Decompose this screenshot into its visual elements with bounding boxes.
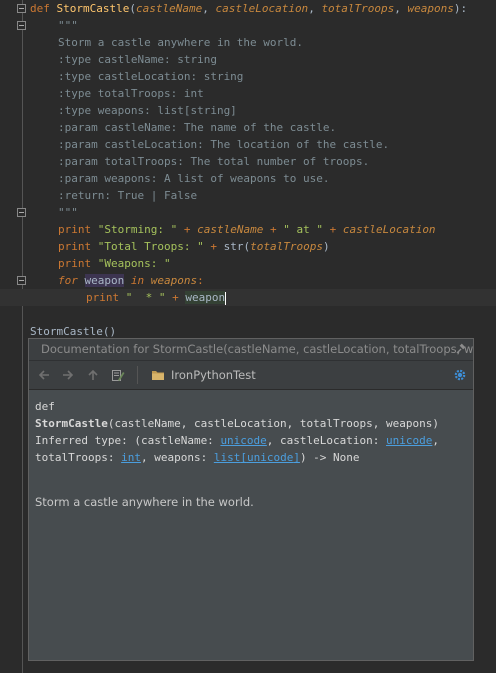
code-line-print[interactable]: print "Total Troops: " + str(totalTroops…: [58, 238, 330, 255]
type-link-unicode[interactable]: unicode: [220, 434, 266, 447]
doc-signature: StormCastle(castleName, castleLocation, …: [35, 415, 467, 432]
string-literal: "Storming: ": [97, 223, 178, 236]
keyword: print: [58, 257, 92, 270]
code-line-def[interactable]: def StormCastle(castleName, castleLocati…: [30, 0, 467, 17]
param: castleLocation: [215, 2, 309, 15]
doc-signature-name: StormCastle: [35, 417, 108, 430]
code-line-print-current[interactable]: print " * " + weapon: [0, 289, 496, 306]
forward-arrow-icon[interactable]: [61, 368, 75, 382]
string-literal: " at ": [283, 223, 323, 236]
param: totalTroops: [321, 2, 395, 15]
separator: ,: [308, 2, 322, 15]
type-link-int[interactable]: int: [121, 451, 141, 464]
popup-title: Documentation for StormCastle(castleName…: [41, 342, 473, 356]
param-ref: castleName: [197, 223, 264, 236]
pin-icon[interactable]: [455, 343, 467, 355]
docstring-line[interactable]: :param weapons: A list of weapons to use…: [58, 170, 330, 187]
operator: +: [263, 223, 284, 236]
text-caret: [225, 291, 227, 305]
paren: (: [129, 2, 136, 15]
paren: ):: [453, 2, 468, 15]
loop-variable: weapon: [84, 274, 125, 287]
doc-def-keyword: def: [35, 400, 55, 413]
edit-source-icon[interactable]: [111, 368, 125, 382]
fold-open-icon[interactable]: [17, 276, 26, 285]
type-link-list[interactable]: list: [214, 451, 241, 464]
separator: ,: [202, 2, 216, 15]
builtin-function: str: [223, 240, 244, 253]
string-literal: " * ": [125, 291, 166, 304]
doc-text: , castleLocation:: [266, 434, 387, 447]
project-name[interactable]: IronPythonTest: [171, 361, 256, 389]
type-link-unicode[interactable]: unicode: [386, 434, 432, 447]
code-line-print[interactable]: print "Storming: " + castleName + " at "…: [58, 221, 436, 238]
paren: ): [322, 240, 330, 253]
keyword: print: [58, 240, 92, 253]
gutter-separator: [22, 0, 23, 673]
keyword: print: [86, 291, 120, 304]
docstring-line[interactable]: :type castleLocation: string: [58, 68, 243, 85]
doc-text: Inferred type: (castleName:: [35, 434, 221, 447]
code-line-for[interactable]: for weapon in weapons:: [58, 272, 204, 289]
docstring-line[interactable]: Storm a castle anywhere in the world.: [58, 34, 303, 51]
operator: +: [177, 223, 198, 236]
doc-text: , weapons:: [140, 451, 214, 464]
fold-close-icon[interactable]: [17, 208, 26, 217]
colon: :: [197, 274, 204, 287]
doc-signature-args: (castleName, castleLocation, totalTroops…: [107, 417, 439, 430]
param: castleName: [135, 2, 203, 15]
docstring-line[interactable]: :type totalTroops: int: [58, 85, 204, 102]
docstring-line[interactable]: :type castleName: string: [58, 51, 217, 68]
documentation-content: def StormCastle(castleName, castleLocati…: [29, 390, 473, 519]
folder-icon: [152, 371, 164, 380]
paren: ): [109, 325, 117, 339]
keyword: def: [30, 2, 50, 15]
string-literal: "Total Troops: ": [97, 240, 204, 253]
doc-inferred-type-cont: totalTroops: int, weapons: list[unicode]…: [35, 449, 467, 466]
docstring-line[interactable]: :param castleLocation: The location of t…: [58, 136, 389, 153]
param-ref: totalTroops: [250, 240, 323, 253]
separator: ,: [394, 2, 408, 15]
fold-open-icon[interactable]: [17, 4, 26, 13]
docstring-line[interactable]: """: [58, 17, 78, 34]
docstring-line[interactable]: :return: True | False: [58, 187, 197, 204]
param: weapons: [407, 2, 454, 15]
type-link-unicode[interactable]: unicode: [247, 451, 293, 464]
function-call-name: StormCastle: [30, 325, 103, 338]
doc-text: totalTroops:: [35, 451, 122, 464]
fold-open-icon[interactable]: [17, 21, 26, 30]
code-line-print[interactable]: print "Weapons: ": [58, 255, 171, 272]
doc-return-type: ) -> None: [299, 451, 360, 464]
function-name: StormCastle: [56, 2, 130, 15]
operator: +: [322, 223, 343, 236]
popup-toolbar: IronPythonTest: [29, 361, 473, 390]
docstring-line[interactable]: """: [58, 204, 78, 221]
keyword: for: [58, 274, 78, 287]
keyword: print: [58, 223, 92, 236]
param-ref: weapons: [150, 274, 198, 287]
param-ref: castleLocation: [342, 223, 436, 236]
documentation-popup[interactable]: Documentation for StormCastle(castleName…: [28, 338, 474, 661]
operator: +: [165, 291, 186, 304]
doc-bracket: [: [240, 451, 247, 464]
keyword: in: [130, 274, 145, 287]
doc-description: Storm a castle anywhere in the world.: [35, 495, 254, 509]
doc-inferred-type: Inferred type: (castleName: unicode, cas…: [35, 432, 467, 449]
popup-title-bar[interactable]: Documentation for StormCastle(castleName…: [29, 339, 473, 361]
doc-text: ,: [432, 434, 439, 447]
loop-variable: weapon: [185, 291, 226, 304]
settings-gear-icon[interactable]: [453, 368, 467, 382]
docstring-line[interactable]: :param totalTroops: The total number of …: [58, 153, 369, 170]
docstring-line[interactable]: :type weapons: list[string]: [58, 102, 237, 119]
docstring-line[interactable]: :param castleName: The name of the castl…: [58, 119, 336, 136]
operator: +: [203, 240, 224, 253]
string-literal: "Weapons: ": [97, 257, 171, 270]
up-arrow-icon[interactable]: [86, 368, 100, 382]
doc-bracket: ]: [293, 451, 300, 464]
back-arrow-icon[interactable]: [37, 368, 51, 382]
toolbar-separator: [137, 366, 138, 384]
